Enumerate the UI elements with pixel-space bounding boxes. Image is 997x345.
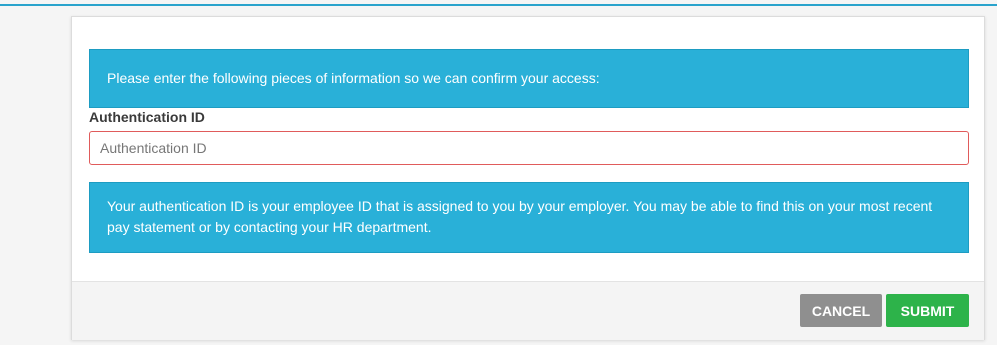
help-text: Your authentication ID is your employee …: [107, 198, 933, 235]
authentication-id-input[interactable]: [89, 131, 969, 165]
intro-notice-text: Please enter the following pieces of inf…: [107, 70, 600, 86]
intro-notice: Please enter the following pieces of inf…: [89, 49, 969, 108]
authentication-id-label: Authentication ID: [89, 109, 205, 125]
form-footer: CANCEL SUBMIT: [72, 281, 984, 340]
top-divider: [0, 4, 997, 6]
submit-button[interactable]: SUBMIT: [886, 294, 969, 327]
cancel-button[interactable]: CANCEL: [800, 294, 882, 327]
access-confirmation-card: Please enter the following pieces of inf…: [71, 16, 985, 340]
authentication-id-help: Your authentication ID is your employee …: [89, 182, 969, 253]
